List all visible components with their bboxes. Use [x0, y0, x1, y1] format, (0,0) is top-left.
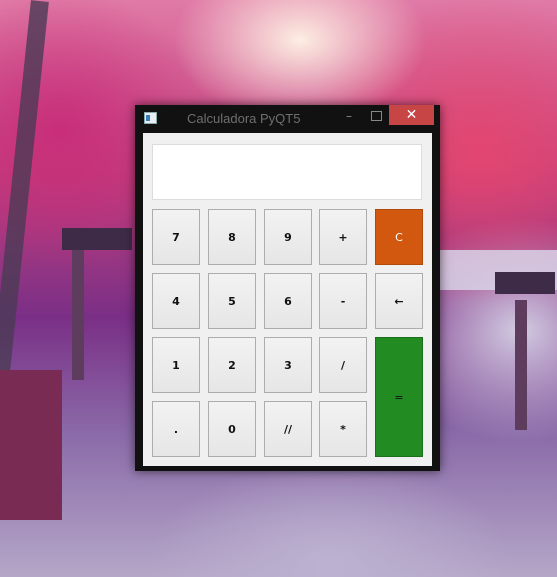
maximize-button[interactable]: [365, 107, 387, 127]
multiply-button[interactable]: *: [319, 401, 367, 457]
calculator-body: 7 8 9 + C 4 5 6 - ← 1 2 3 / = . 0 // *: [143, 133, 432, 466]
decimal-button[interactable]: .: [152, 401, 200, 457]
window-title: Calculadora PyQT5: [187, 111, 301, 126]
button-7[interactable]: 7: [152, 209, 200, 265]
display-field[interactable]: [152, 144, 422, 200]
button-5[interactable]: 5: [208, 273, 256, 329]
backspace-button[interactable]: ←: [375, 273, 423, 329]
background-fence-left: [0, 370, 62, 520]
button-8[interactable]: 8: [208, 209, 256, 265]
button-0[interactable]: 0: [208, 401, 256, 457]
equals-button[interactable]: =: [375, 337, 423, 457]
button-9[interactable]: 9: [264, 209, 312, 265]
button-3[interactable]: 3: [264, 337, 312, 393]
divide-button[interactable]: /: [319, 337, 367, 393]
background-tree-trunk: [0, 0, 49, 400]
app-icon: [144, 112, 157, 124]
title-bar[interactable]: Calculadora PyQT5 – ✕: [135, 105, 440, 132]
button-1[interactable]: 1: [152, 337, 200, 393]
plus-button[interactable]: +: [319, 209, 367, 265]
floor-divide-button[interactable]: //: [264, 401, 312, 457]
minus-button[interactable]: -: [319, 273, 367, 329]
background-lantern: [62, 228, 132, 250]
button-2[interactable]: 2: [208, 337, 256, 393]
button-6[interactable]: 6: [264, 273, 312, 329]
background-lamp-post: [72, 250, 84, 380]
background-lamp-post-right: [515, 300, 527, 430]
close-button[interactable]: ✕: [389, 105, 434, 125]
minimize-button[interactable]: –: [338, 107, 360, 127]
calculator-window: Calculadora PyQT5 – ✕ 7 8 9 + C 4 5 6 - …: [135, 105, 440, 471]
background-lantern-right: [495, 272, 555, 294]
clear-button[interactable]: C: [375, 209, 423, 265]
maximize-icon: [370, 111, 382, 121]
button-4[interactable]: 4: [152, 273, 200, 329]
